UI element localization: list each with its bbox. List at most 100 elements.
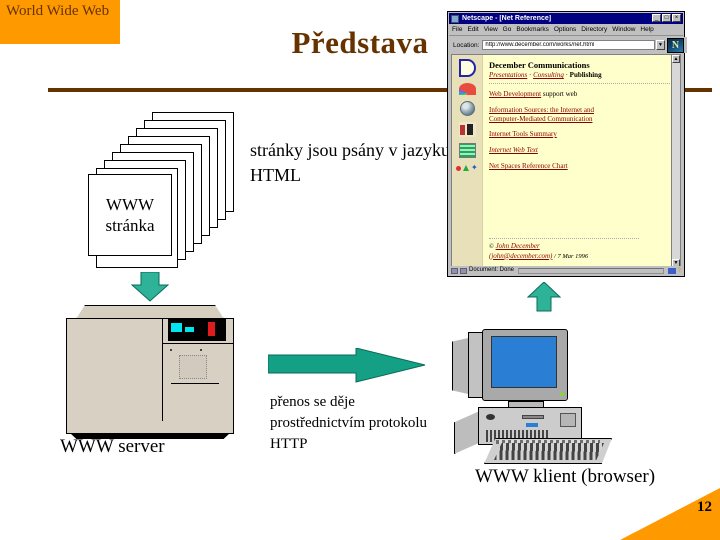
page-heading: December Communications	[489, 60, 590, 70]
close-button[interactable]: ×	[672, 14, 681, 22]
footer-email-line: (john@december.com) / 7 Mar 1996	[489, 252, 639, 262]
globe-icon	[459, 101, 475, 116]
link-information-sources-2[interactable]: Computer-Mediated Communication	[489, 115, 592, 123]
server-hline	[162, 343, 233, 344]
browser-window-title: Netscape - [Net Reference]	[462, 14, 552, 22]
page-footer: © John December (john@december.com) / 7 …	[489, 238, 639, 261]
netscape-logo-icon[interactable]: N	[667, 37, 684, 53]
page-subtitle: Presentations · Consulting · Publishing	[489, 71, 676, 80]
link-net-spaces-reference-chart[interactable]: Net Spaces Reference Chart	[489, 162, 568, 170]
slide: World Wide Web Představa WWW stránka str…	[0, 0, 720, 540]
minimize-button[interactable]: _	[652, 14, 661, 22]
status-progress-field	[518, 267, 664, 274]
server-led-red	[208, 322, 215, 336]
monitor-screen	[491, 336, 557, 388]
browser-location-bar[interactable]: Location: http://www.december.com/works/…	[449, 37, 687, 53]
server-illustration	[66, 305, 234, 445]
menu-edit[interactable]: Edit	[467, 26, 478, 34]
stack-label-stranka: stránka	[105, 216, 155, 235]
umbrella-icon	[458, 83, 476, 95]
copyright-symbol: ©	[489, 243, 494, 250]
menu-window[interactable]: Window	[612, 26, 635, 34]
menu-options[interactable]: Options	[554, 26, 576, 34]
server-label: WWW server	[60, 436, 165, 457]
arrow-down-icon	[131, 272, 169, 302]
menu-go[interactable]: Go	[503, 26, 512, 34]
link-presentations[interactable]: Presentations	[489, 71, 527, 79]
page-divider	[489, 83, 676, 85]
help-question-icon[interactable]: ?	[678, 268, 681, 274]
status-text: Document: Done	[469, 267, 515, 273]
menu-file[interactable]: File	[452, 26, 462, 34]
client-label: WWW klient (browser)	[474, 466, 656, 487]
status-icon-left	[451, 267, 458, 274]
page-line-webtext: Internet Web Text	[489, 146, 676, 155]
webdev-suffix: support web	[541, 90, 578, 98]
http-note: přenos se děje prostřednictvím protokolu…	[270, 394, 428, 452]
case-power-button	[486, 414, 495, 420]
window-controls[interactable]: _ □ ×	[652, 14, 681, 22]
server-dot	[170, 349, 172, 351]
banner-text: World Wide Web	[6, 3, 110, 19]
status-icon-second	[460, 267, 467, 274]
menu-directory[interactable]: Directory	[581, 26, 607, 34]
stack-label-www: WWW	[105, 195, 155, 214]
browser-statusbar: Document: Done ?	[449, 266, 683, 275]
server-top	[76, 305, 224, 319]
stack-front-sheet: WWW stránka	[88, 174, 172, 256]
netscape-window[interactable]: Netscape - [Net Reference] _ □ × File Ed…	[447, 11, 687, 277]
location-label: Location:	[453, 41, 480, 49]
page-line-webdev: Web Development support web	[489, 90, 676, 99]
link-consulting[interactable]: Consulting	[533, 71, 564, 79]
page-body: December Communications Presentations · …	[483, 55, 680, 267]
link-information-sources-1[interactable]: Information Sources: the Internet and	[489, 106, 594, 114]
browser-viewport[interactable]: ✦ December Communications Presentations …	[451, 54, 681, 268]
server-led-cyan-small	[185, 327, 194, 332]
server-dot	[200, 349, 202, 351]
url-input[interactable]: http://www.december.com/works/net.html	[482, 40, 655, 50]
december-d-logo-icon	[458, 59, 476, 77]
client-illustration	[452, 310, 620, 464]
page-icon-column: ✦	[452, 55, 483, 267]
header-banner: World Wide Web	[0, 0, 120, 44]
page-line-infosources: Information Sources: the Internet and Co…	[489, 106, 676, 124]
menu-help[interactable]: Help	[640, 26, 653, 34]
menu-view[interactable]: View	[484, 26, 498, 34]
link-email[interactable]: (john@december.com)	[489, 252, 552, 260]
link-internet-web-text[interactable]: Internet Web Text	[489, 146, 538, 154]
netscape-app-icon	[451, 14, 459, 23]
monitor-power-led	[560, 393, 564, 396]
scroll-up-button[interactable]: ▲	[672, 55, 680, 63]
html-note: stránky jsou psány v jazyku HTML	[250, 140, 450, 185]
grid-icon	[458, 143, 476, 158]
server-drive-bay	[179, 355, 207, 379]
url-dropdown-icon[interactable]: ▼	[656, 40, 665, 50]
footer-date: / 7 Mar 1996	[554, 252, 589, 260]
status-right-icons[interactable]: ?	[667, 267, 681, 274]
vertical-scrollbar[interactable]: ▲ ▼	[671, 54, 681, 268]
page-line-tools: Internet Tools Summary	[489, 130, 676, 139]
page-stack: WWW stránka	[88, 112, 238, 268]
server-divider	[162, 319, 163, 421]
link-internet-tools-summary[interactable]: Internet Tools Summary	[489, 130, 557, 138]
keyboard-keys	[494, 443, 604, 460]
arrow-right-icon	[268, 348, 426, 383]
green-triangle-icon	[463, 165, 469, 171]
bullets-icon: ✦	[456, 164, 478, 172]
browser-titlebar[interactable]: Netscape - [Net Reference] _ □ ×	[449, 13, 683, 24]
menu-bookmarks[interactable]: Bookmarks	[516, 26, 549, 34]
maximize-button[interactable]: □	[662, 14, 671, 22]
footer-author-line: © John December	[489, 242, 639, 252]
server-line	[171, 383, 219, 384]
red-dot-icon	[456, 165, 461, 171]
page-line-netspaces: Net Spaces Reference Chart	[489, 162, 676, 171]
link-web-development[interactable]: Web Development	[489, 90, 541, 98]
server-led-cyan	[171, 323, 182, 332]
case-floppy-slot	[522, 415, 544, 419]
mail-icon[interactable]	[667, 267, 676, 274]
text-publishing: Publishing	[569, 71, 602, 79]
url-text: http://www.december.com/works/net.html	[485, 41, 595, 48]
link-john-december[interactable]: John December	[496, 242, 540, 250]
case-indicator	[526, 423, 538, 427]
browser-menubar[interactable]: File Edit View Go Bookmarks Options Dire…	[449, 25, 683, 36]
